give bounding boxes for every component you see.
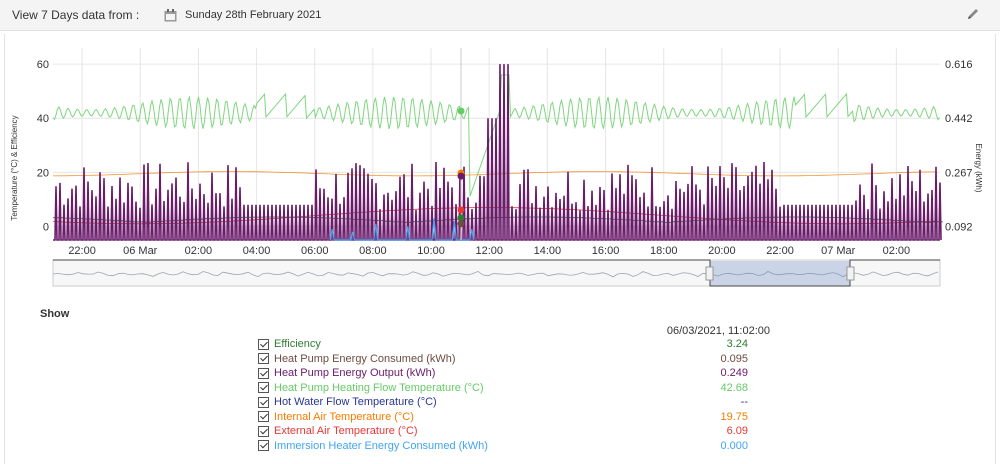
y-left-tick-label: 60	[37, 59, 49, 71]
y-right-tick-label: 0.442	[945, 113, 973, 125]
legend-series-value: 6.09	[726, 425, 748, 437]
show-title: Show	[40, 308, 70, 320]
navigator-handle-left[interactable]	[705, 266, 714, 281]
y-right-tick-label: 0.092	[945, 221, 973, 233]
series-checkbox[interactable]	[258, 382, 269, 394]
y-right-tick-label: 0.267	[945, 167, 973, 179]
legend-series-value: 0.095	[720, 352, 748, 365]
x-tick-label: 07 Mar	[821, 245, 856, 257]
series-checkbox[interactable]	[258, 411, 269, 423]
legend-series-name[interactable]: Heat Pump Energy Output (kWh)	[274, 366, 435, 380]
legend-series-value: 0.000	[720, 439, 748, 452]
legend-series-name[interactable]: Immersion Heater Energy Consumed (kWh)	[274, 439, 488, 453]
x-tick-label: 12:00	[475, 245, 503, 257]
legend-series-name[interactable]: Internal Air Temperature (°C)	[274, 410, 414, 424]
hover-marker	[457, 206, 465, 214]
legend-series-name[interactable]: External Air Temperature (°C)	[274, 424, 418, 438]
hover-marker	[457, 172, 465, 180]
series-checkbox[interactable]	[258, 440, 269, 452]
legend-row: Heat Pump Energy Consumed (kWh) 0.095	[258, 352, 778, 367]
x-tick-label: 06:00	[301, 245, 329, 257]
y-left-tick-label: 0	[43, 221, 49, 233]
legend-row: Heat Pump Energy Output (kWh) 0.249	[258, 366, 778, 381]
series-checkbox[interactable]	[258, 425, 269, 437]
series-line-energy-output	[53, 64, 942, 241]
y-right-axis-title: Energy (kWh)	[974, 144, 983, 193]
legend-series-value: 3.24	[726, 338, 748, 350]
x-tick-label: 08:00	[359, 245, 387, 257]
pencil-icon[interactable]	[966, 7, 980, 21]
date-text: Sunday 28th February 2021	[185, 9, 322, 21]
legend-series-name[interactable]: Heat Pump Energy Consumed (kWh)	[274, 352, 456, 366]
y-left-tick-label: 40	[37, 113, 49, 125]
x-tick-label: 22:00	[68, 245, 96, 257]
series-legend: Efficiency 3.24 Heat Pump Energy Consumed …	[258, 337, 778, 453]
x-tick-label: 14:00	[534, 245, 562, 257]
y-left-axis-title: Temperature (°C) & Efficiency	[10, 115, 19, 220]
series-checkbox[interactable]	[258, 338, 269, 350]
x-tick-label: 18:00	[650, 245, 678, 257]
x-tick-label: 16:00	[592, 245, 620, 257]
hover-marker	[457, 214, 465, 222]
x-tick-label: 06 Mar	[123, 245, 158, 257]
series-checkbox[interactable]	[258, 367, 269, 379]
legend-series-name[interactable]: Heat Pump Heating Flow Temperature (°C)	[274, 381, 484, 395]
x-tick-label: 20:00	[708, 245, 736, 257]
series-checkbox[interactable]	[258, 396, 269, 408]
x-tick-label: 02:00	[883, 245, 911, 257]
legend-row: Heat Pump Heating Flow Temperature (°C) 4…	[258, 381, 778, 396]
energy-chart[interactable]: 22:00 06 Mar 02:00 04:00 06:00 08:00 10:00 12:0…	[0, 32, 1000, 294]
navigator-handle-right[interactable]	[846, 266, 855, 281]
x-tick-label: 22:00	[766, 245, 794, 257]
legend-series-name[interactable]: Efficiency	[274, 337, 321, 351]
date-picker[interactable]: Sunday 28th February 2021	[164, 5, 321, 25]
top-bar: View 7 Days data from : Sunday 28th Febr…	[0, 0, 1000, 31]
legend-row: External Air Temperature (°C) 6.09	[258, 424, 778, 439]
legend-series-value: --	[740, 396, 748, 408]
legend-row: Hot Water Flow Temperature (°C) --	[258, 395, 778, 410]
legend-timestamp: 06/03/2021, 11:02:00	[666, 325, 770, 337]
y-left-tick-label: 20	[37, 167, 49, 179]
legend-series-value: 19.75	[720, 410, 748, 423]
view-label: View 7 Days data from :	[12, 8, 140, 22]
legend-series-value: 42.68	[720, 381, 748, 394]
navigator-selected-range	[710, 261, 850, 286]
x-tick-label: 10:00	[417, 245, 445, 257]
legend-row: Internal Air Temperature (°C) 19.75	[258, 410, 778, 425]
hover-marker	[457, 107, 465, 115]
calendar-icon	[164, 8, 177, 21]
legend-row: Immersion Heater Energy Consumed (kWh) 0.…	[258, 439, 778, 454]
x-tick-label: 02:00	[185, 245, 213, 257]
legend-series-value: 0.249	[720, 367, 748, 379]
x-tick-label: 04:00	[243, 245, 271, 257]
legend-row: Efficiency 3.24	[258, 337, 778, 352]
legend-series-name[interactable]: Hot Water Flow Temperature (°C)	[274, 395, 437, 409]
hover-marker	[457, 220, 465, 228]
y-right-tick-label: 0.616	[945, 59, 973, 71]
series-checkbox[interactable]	[258, 353, 269, 365]
